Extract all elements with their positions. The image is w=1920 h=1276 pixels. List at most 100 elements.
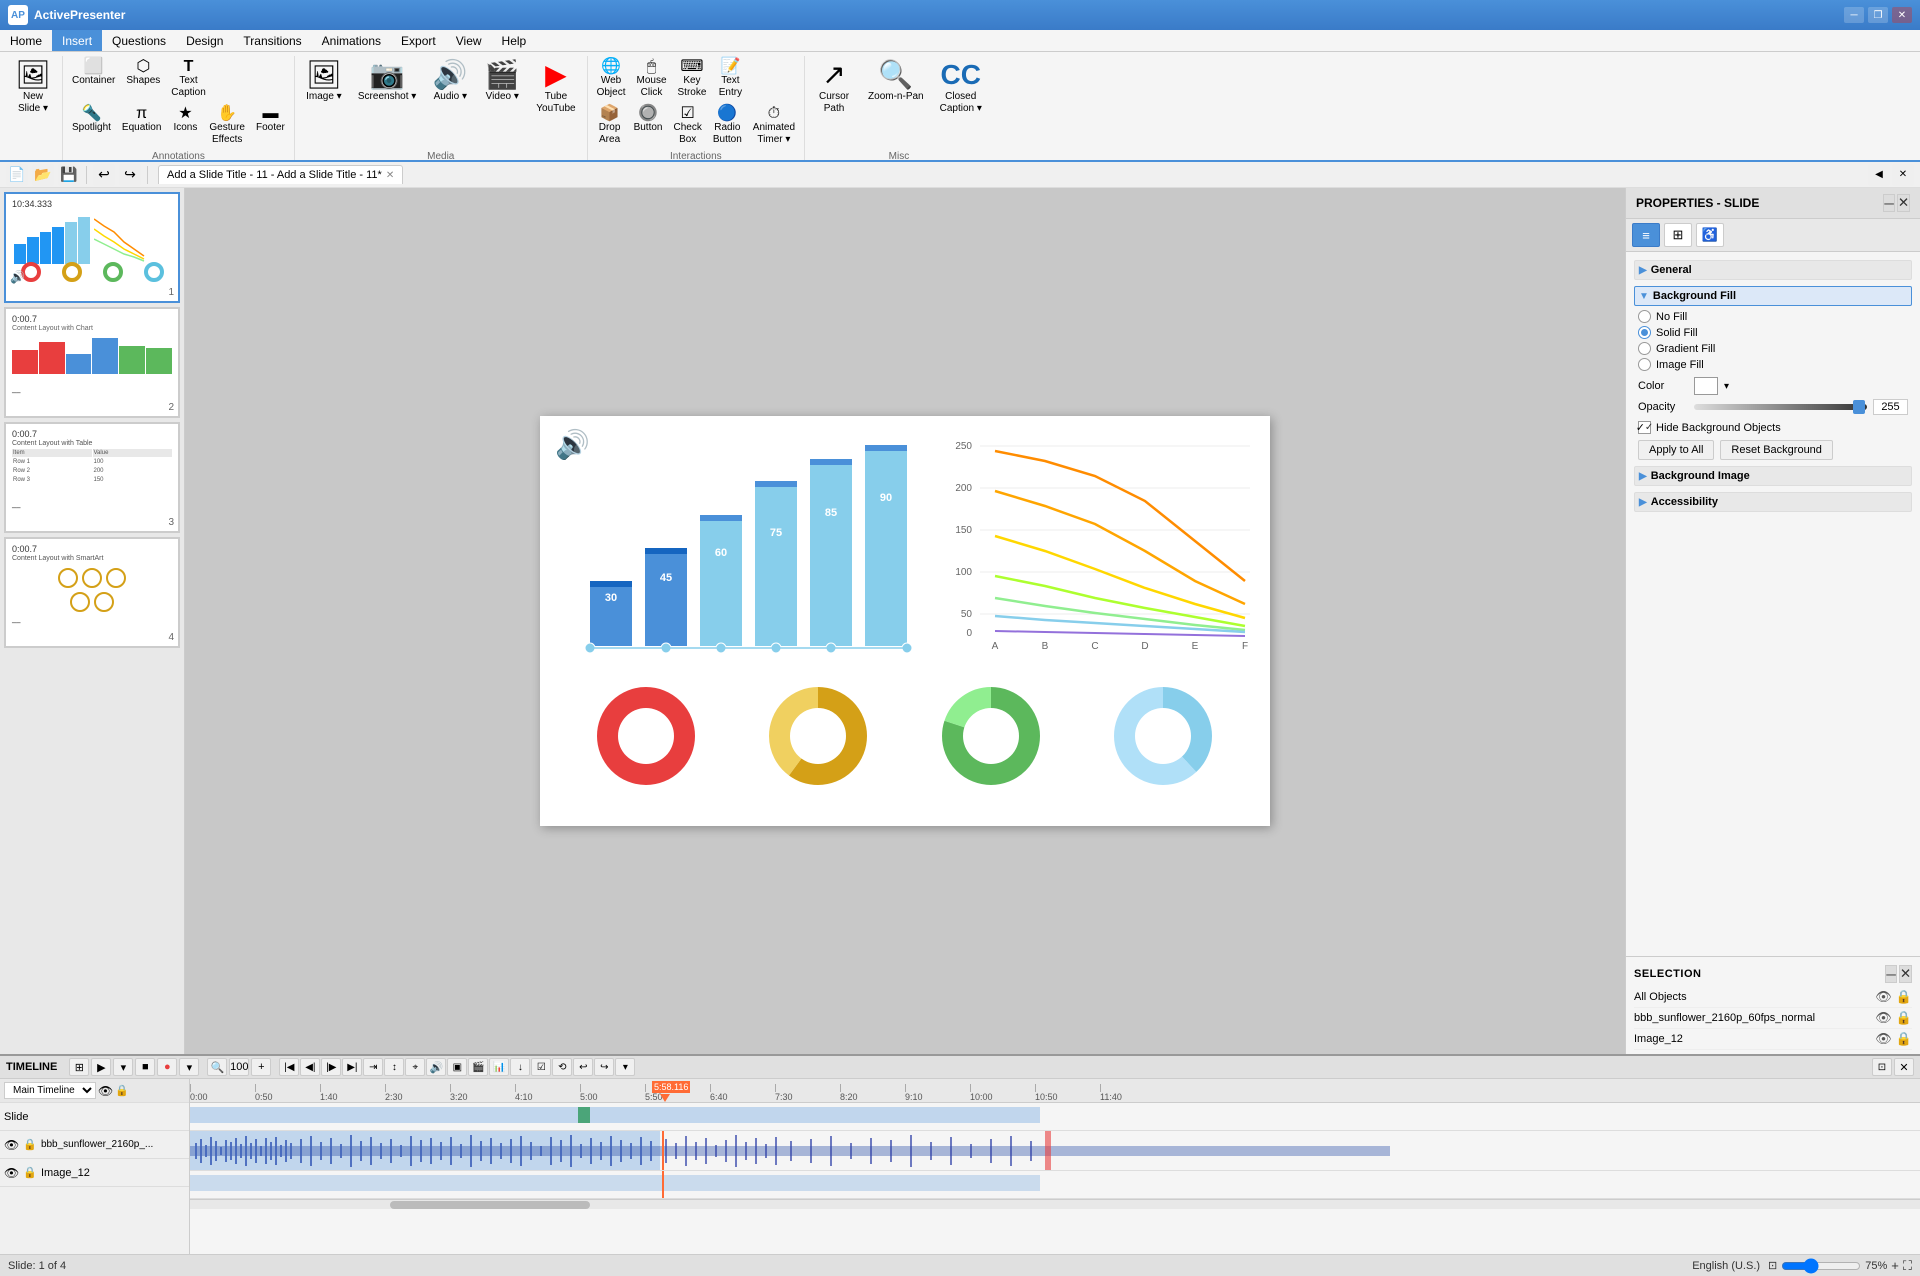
tl-btn-15[interactable]: ↪ — [594, 1058, 614, 1076]
cursor-path-button[interactable]: ↗ CursorPath — [809, 56, 859, 120]
zoom-n-pan-button[interactable]: 🔍 Zoom-n-Pan — [861, 56, 931, 108]
slide-thumb-2[interactable]: 0:00.7 Content Layout with Chart ━━ 2 — [4, 307, 180, 418]
radio-button-btn[interactable]: 🔵 RadioButton — [708, 103, 747, 149]
props-tab-slide[interactable]: ≡ — [1632, 223, 1660, 247]
visibility-icon-image[interactable]: 👁 — [1875, 1031, 1892, 1047]
tl-grid-btn[interactable]: ⊞ — [69, 1058, 89, 1076]
lock-icon-all[interactable]: 🔒 — [1896, 989, 1912, 1005]
tl-stop-btn[interactable]: ■ — [135, 1058, 155, 1076]
menu-help[interactable]: Help — [492, 30, 537, 51]
redo-btn[interactable]: ↪ — [119, 164, 141, 186]
props-close-btn[interactable]: ✕ — [1897, 194, 1910, 212]
drop-area-button[interactable]: 📦 DropArea — [592, 103, 628, 149]
save-btn[interactable]: 💾 — [58, 164, 80, 186]
menu-export[interactable]: Export — [391, 30, 446, 51]
tl-close-btn[interactable]: ✕ — [1894, 1058, 1914, 1076]
shapes-button[interactable]: ⬡ Shapes — [121, 56, 165, 102]
slide-thumb-1[interactable]: 10:34.333 — [4, 192, 180, 303]
selection-minimize-btn[interactable]: ─ — [1885, 965, 1896, 983]
timeline-lock-btn[interactable]: 🔒 — [115, 1084, 129, 1097]
menu-home[interactable]: Home — [0, 30, 52, 51]
lock-icon-video[interactable]: 🔒 — [1896, 1010, 1912, 1026]
gradient-fill-radio[interactable] — [1638, 342, 1651, 355]
tl-btn-13[interactable]: ⟲ — [552, 1058, 572, 1076]
solid-fill-radio[interactable] — [1638, 326, 1651, 339]
tl-btn-11[interactable]: ↓ — [510, 1058, 530, 1076]
timeline-visibility-btn[interactable]: 👁 — [98, 1084, 113, 1098]
tl-btn-8[interactable]: ▣ — [447, 1058, 467, 1076]
props-tab-accessibility[interactable]: ♿ — [1696, 223, 1724, 247]
new-btn[interactable]: 📄 — [6, 164, 28, 186]
close-button[interactable]: ✕ — [1892, 7, 1912, 23]
gesture-effects-button[interactable]: ✋ GestureEffects — [204, 103, 250, 149]
web-object-button[interactable]: 🌐 WebObject — [592, 56, 631, 102]
menu-insert[interactable]: Insert — [52, 30, 102, 51]
gradient-fill-option[interactable]: Gradient Fill — [1638, 342, 1908, 355]
reset-background-btn[interactable]: Reset Background — [1720, 440, 1833, 460]
color-swatch[interactable] — [1694, 377, 1718, 395]
bg-image-header[interactable]: ▶ Background Image — [1634, 466, 1912, 486]
container-button[interactable]: ⬜ Container — [67, 56, 120, 102]
spotlight-button[interactable]: 🔦 Spotlight — [67, 103, 116, 149]
icons-button[interactable]: ★ Icons — [167, 103, 203, 149]
menu-view[interactable]: View — [446, 30, 492, 51]
tl-btn-12[interactable]: ☑ — [531, 1058, 551, 1076]
no-fill-option[interactable]: No Fill — [1638, 310, 1908, 323]
tl-volume-btn[interactable]: 🔊 — [426, 1058, 446, 1076]
menu-design[interactable]: Design — [176, 30, 233, 51]
visibility-icon-all[interactable]: 👁 — [1875, 989, 1892, 1005]
image-track-lock[interactable]: 🔒 — [23, 1166, 37, 1179]
tl-btn-14[interactable]: ↩ — [573, 1058, 593, 1076]
tl-btn-1[interactable]: |◀ — [279, 1058, 299, 1076]
no-fill-radio[interactable] — [1638, 310, 1651, 323]
background-section-header[interactable]: ▼ Background Fill — [1634, 286, 1912, 306]
solid-fill-option[interactable]: Solid Fill — [1638, 326, 1908, 339]
closed-caption-button[interactable]: CC ClosedCaption ▾ — [933, 56, 989, 120]
zoom-in-btn[interactable]: + — [1891, 1258, 1899, 1273]
key-stroke-button[interactable]: ⌨ KeyStroke — [673, 56, 712, 102]
props-minimize-btn[interactable]: ─ — [1883, 194, 1894, 212]
new-slide-button[interactable]: 🖼 NewSlide ▾ — [8, 56, 58, 120]
tl-btn-10[interactable]: 📊 — [489, 1058, 509, 1076]
hide-bg-checkbox-row[interactable]: ✓ Hide Background Objects — [1634, 421, 1912, 434]
panel-toggle-btn[interactable]: ◀ — [1868, 164, 1890, 186]
timeline-scrollbar[interactable] — [190, 1199, 1920, 1209]
open-btn[interactable]: 📂 — [32, 164, 54, 186]
button-btn[interactable]: 🔘 Button — [629, 103, 668, 149]
youtube-button[interactable]: ▶ TubeYouTube — [529, 56, 582, 120]
tl-btn-more[interactable]: ▾ — [615, 1058, 635, 1076]
zoom-slider[interactable] — [1781, 1258, 1861, 1274]
undo-btn[interactable]: ↩ — [93, 164, 115, 186]
footer-button[interactable]: ▬ Footer — [251, 103, 290, 149]
fit-btn[interactable]: ⊡ — [1768, 1259, 1777, 1272]
hide-bg-checkbox[interactable]: ✓ — [1638, 421, 1651, 434]
slide-thumb-3[interactable]: 0:00.7 Content Layout with Table Item Va… — [4, 422, 180, 533]
tl-btn-2[interactable]: ◀| — [300, 1058, 320, 1076]
tl-play-dropdown[interactable]: ▾ — [113, 1058, 133, 1076]
menu-animations[interactable]: Animations — [312, 30, 391, 51]
tl-play-btn[interactable]: ▶ — [91, 1058, 111, 1076]
menu-transitions[interactable]: Transitions — [233, 30, 311, 51]
text-caption-button[interactable]: T TextCaption — [166, 56, 210, 102]
color-dropdown-btn[interactable]: ▾ — [1724, 381, 1729, 392]
video-track-lock[interactable]: 🔒 — [23, 1138, 37, 1151]
mouse-click-button[interactable]: 🖱 MouseClick — [631, 56, 671, 102]
general-section-header[interactable]: ▶ General — [1634, 260, 1912, 280]
lock-icon-image[interactable]: 🔒 — [1896, 1031, 1912, 1047]
file-tab[interactable]: Add a Slide Title - 11 - Add a Slide Tit… — [158, 165, 403, 184]
image-button[interactable]: 🖼 Image ▾ — [299, 56, 349, 108]
selection-close-btn[interactable]: ✕ — [1899, 965, 1912, 983]
tl-btn-6[interactable]: ↕ — [384, 1058, 404, 1076]
timeline-scroll-thumb[interactable] — [390, 1201, 590, 1209]
tl-btn-7[interactable]: ⌖ — [405, 1058, 425, 1076]
audio-button[interactable]: 🔊 Audio ▾ — [425, 56, 475, 108]
tl-zoom-100-btn[interactable]: 100 — [229, 1058, 249, 1076]
tl-record-btn[interactable]: ● — [157, 1058, 177, 1076]
panel-close-btn[interactable]: ✕ — [1892, 164, 1914, 186]
apply-to-all-btn[interactable]: Apply to All — [1638, 440, 1714, 460]
visibility-icon-video[interactable]: 👁 — [1875, 1010, 1892, 1026]
animated-timer-button[interactable]: ⏱ AnimatedTimer ▾ — [748, 103, 800, 149]
menu-questions[interactable]: Questions — [102, 30, 176, 51]
check-box-button[interactable]: ☑ CheckBox — [669, 103, 707, 149]
minimize-button[interactable]: ─ — [1844, 7, 1864, 23]
